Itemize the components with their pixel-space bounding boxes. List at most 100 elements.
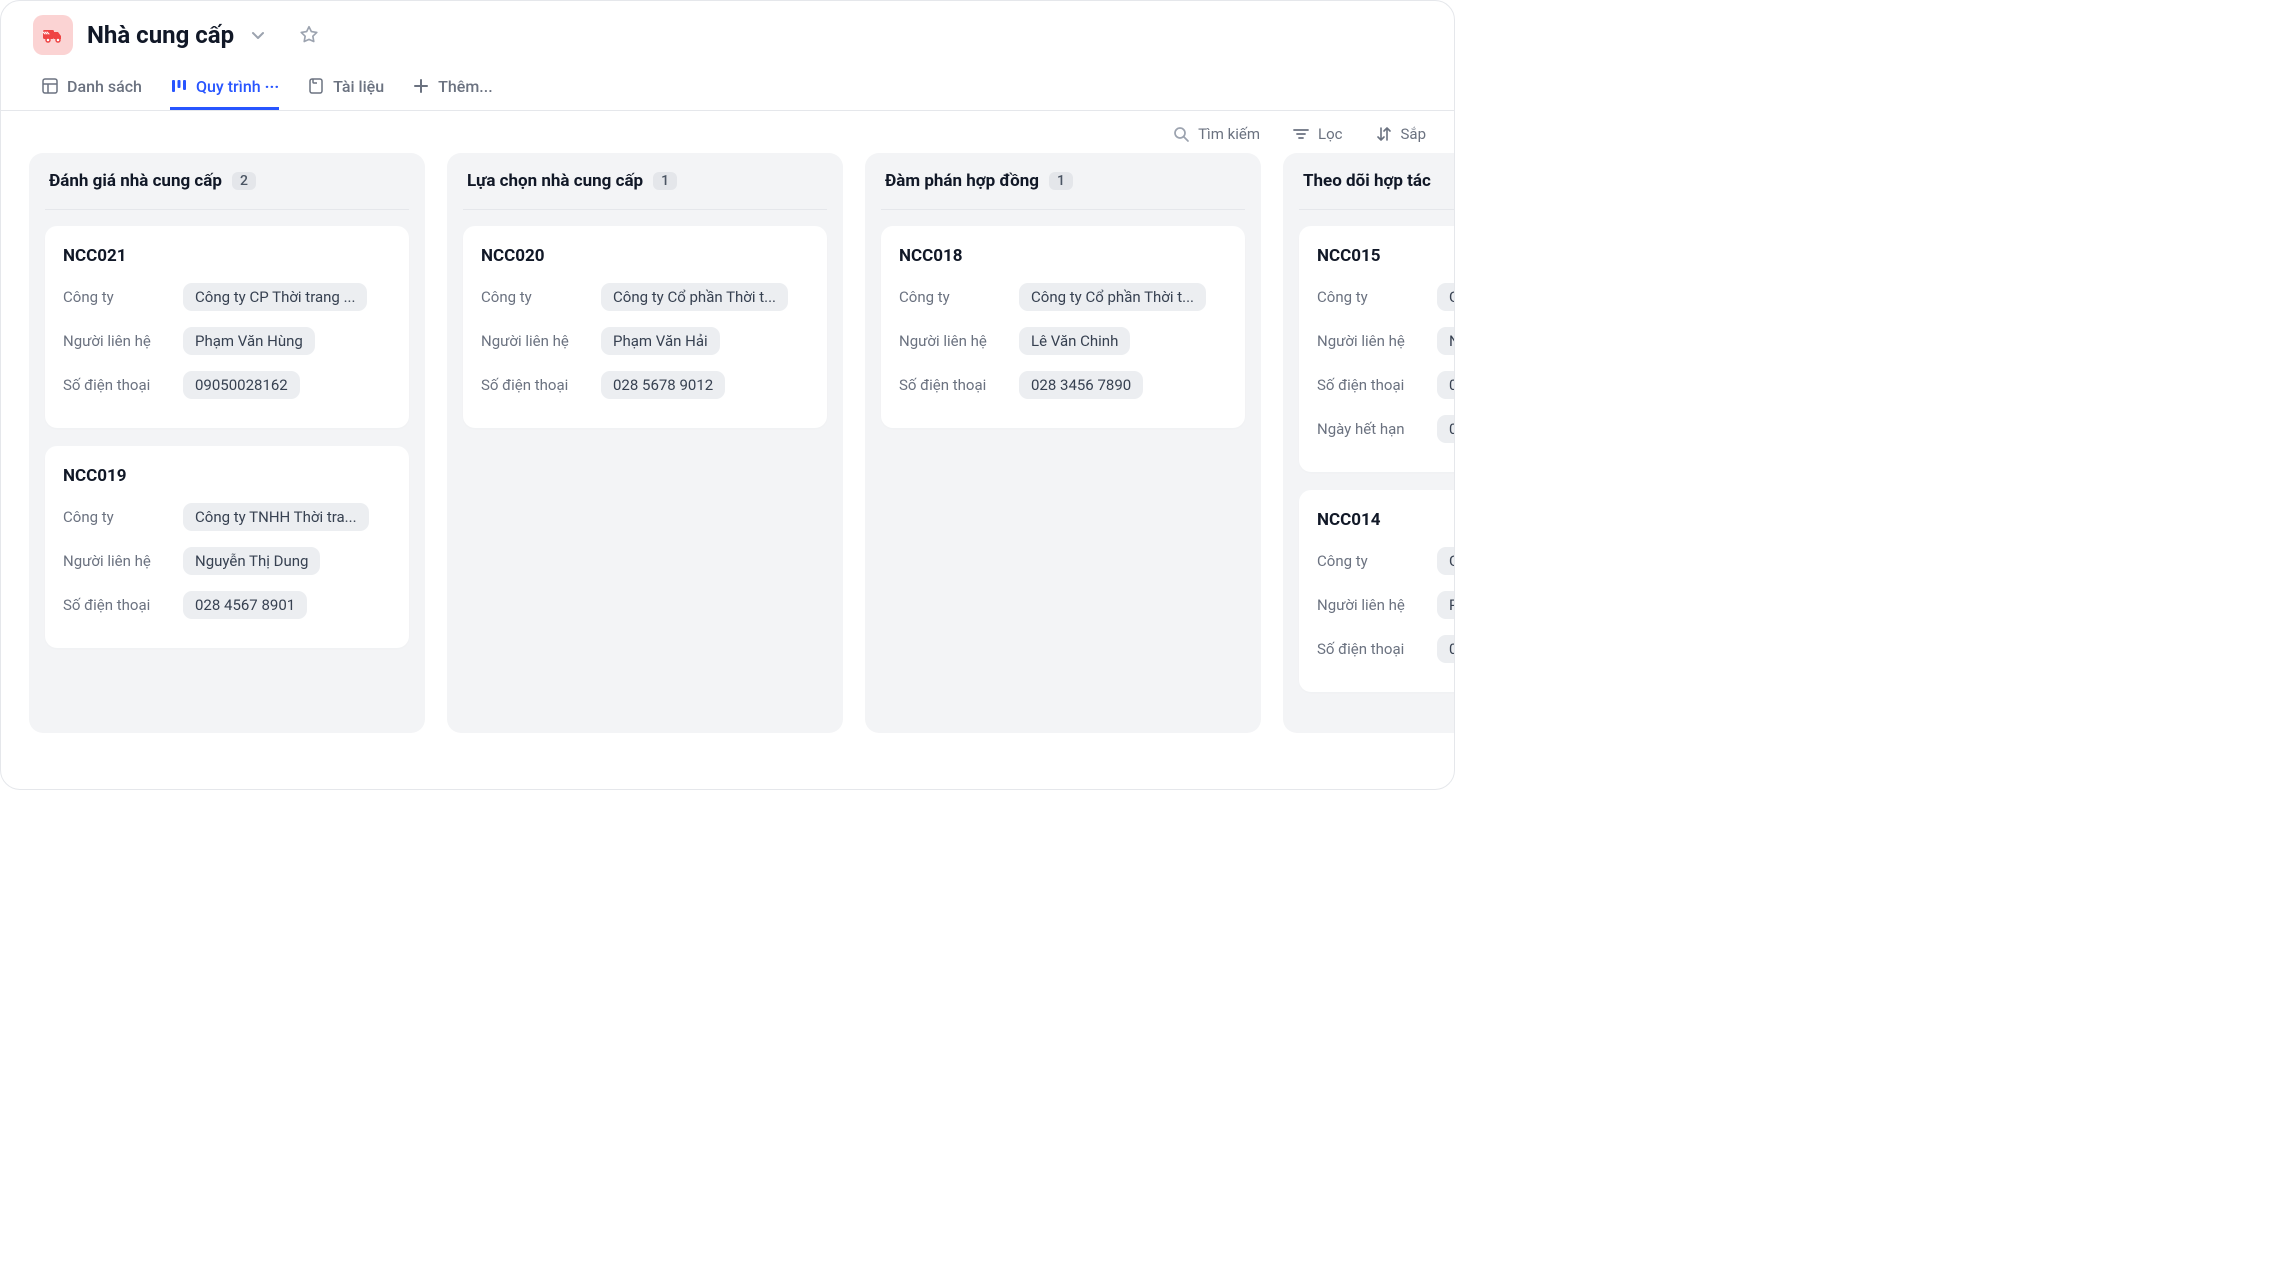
- field-label-contact: Người liên hệ: [1317, 332, 1437, 350]
- search-button[interactable]: Tìm kiếm: [1172, 125, 1260, 143]
- field-label-phone: Số điện thoại: [63, 596, 183, 614]
- card-id: NCC015: [1317, 246, 1454, 266]
- field-value-phone: 09: [1437, 371, 1454, 399]
- field-label-phone: Số điện thoại: [1317, 640, 1437, 658]
- field-label-company: Công ty: [1317, 288, 1437, 306]
- kanban-board: Đánh giá nhà cung cấp 2 NCC021 Công ty C…: [1, 153, 1454, 761]
- card-id: NCC021: [63, 246, 391, 266]
- card[interactable]: NCC015 Công ty Cô Người liên hệ Ng Số đi…: [1299, 226, 1454, 472]
- field-value-contact: Phạm Văn Hùng: [183, 327, 315, 355]
- field-value-company: Công ty TNHH Thời tra...: [183, 503, 369, 531]
- sort-button[interactable]: Sắp: [1375, 125, 1427, 143]
- field-row: Người liên hệ Ph: [1317, 588, 1454, 622]
- tab-process-label: Quy trình: [196, 77, 261, 96]
- field-label-company: Công ty: [1317, 552, 1437, 570]
- title-dropdown[interactable]: [248, 25, 268, 45]
- board-toolbar: Tìm kiếm Lọc Sắp: [1, 111, 1454, 153]
- field-label-phone: Số điện thoại: [899, 376, 1019, 394]
- field-label-contact: Người liên hệ: [63, 332, 183, 350]
- card-id: NCC019: [63, 466, 391, 486]
- field-value-phone: 028 4567 8901: [183, 591, 307, 619]
- card[interactable]: NCC018 Công ty Công ty Cổ phần Thời t...…: [881, 226, 1245, 428]
- column-title: Theo dõi hợp tác: [1303, 171, 1431, 191]
- field-value-contact: Lê Văn Chinh: [1019, 327, 1130, 355]
- tab-docs[interactable]: Tài liệu: [307, 65, 384, 110]
- tab-add-view[interactable]: Thêm...: [412, 65, 492, 110]
- field-value-phone: 09: [1437, 635, 1454, 663]
- field-row: Công ty Cô: [1317, 280, 1454, 314]
- tab-list[interactable]: Danh sách: [41, 65, 142, 110]
- card-id: NCC018: [899, 246, 1227, 266]
- field-row: Số điện thoại 028 4567 8901: [63, 588, 391, 622]
- card[interactable]: NCC020 Công ty Công ty Cổ phần Thời t...…: [463, 226, 827, 428]
- column-header: Đánh giá nhà cung cấp 2: [45, 171, 409, 210]
- field-value-contact: Ng: [1437, 327, 1454, 355]
- field-label-phone: Số điện thoại: [481, 376, 601, 394]
- page-title: Nhà cung cấp: [87, 21, 234, 49]
- field-label-contact: Người liên hệ: [1317, 596, 1437, 614]
- favorite-star-icon[interactable]: [298, 24, 320, 46]
- view-tabs: Danh sách Quy trình ··· Tài liệu Thêm...: [1, 65, 1454, 111]
- field-value-company: Công ty Cổ phần Thời t...: [601, 283, 788, 311]
- field-row: Người liên hệ Ng: [1317, 324, 1454, 358]
- field-row: Số điện thoại 028 3456 7890: [899, 368, 1227, 402]
- field-row: Công ty Cô: [1317, 544, 1454, 578]
- field-label-phone: Số điện thoại: [1317, 376, 1437, 394]
- field-row: Số điện thoại 09: [1317, 368, 1454, 402]
- column-title: Đánh giá nhà cung cấp: [49, 171, 222, 191]
- column-evaluate: Đánh giá nhà cung cấp 2 NCC021 Công ty C…: [29, 153, 425, 733]
- field-value-company: Cô: [1437, 547, 1454, 575]
- tab-process[interactable]: Quy trình ···: [170, 65, 279, 110]
- field-value-phone: 028 5678 9012: [601, 371, 725, 399]
- card-id: NCC014: [1317, 510, 1454, 530]
- field-value-contact: Nguyễn Thị Dung: [183, 547, 320, 575]
- card[interactable]: NCC019 Công ty Công ty TNHH Thời tra... …: [45, 446, 409, 648]
- field-value-phone: 09050028162: [183, 371, 300, 399]
- field-label-contact: Người liên hệ: [63, 552, 183, 570]
- app-icon: [33, 15, 73, 55]
- field-value-contact: Ph: [1437, 591, 1454, 619]
- column-title: Lựa chọn nhà cung cấp: [467, 171, 643, 191]
- column-count: 1: [653, 172, 677, 190]
- field-row: Số điện thoại 09: [1317, 632, 1454, 666]
- field-value-company: Công ty Cổ phần Thời t...: [1019, 283, 1206, 311]
- tab-docs-label: Tài liệu: [333, 77, 384, 96]
- field-row: Công ty Công ty Cổ phần Thời t...: [899, 280, 1227, 314]
- column-follow: Theo dõi hợp tác NCC015 Công ty Cô Người…: [1283, 153, 1454, 733]
- field-label-company: Công ty: [481, 288, 601, 306]
- field-value-phone: 028 3456 7890: [1019, 371, 1143, 399]
- tab-list-label: Danh sách: [67, 77, 142, 96]
- field-row: Công ty Công ty Cổ phần Thời t...: [481, 280, 809, 314]
- field-row: Người liên hệ Lê Văn Chinh: [899, 324, 1227, 358]
- tab-process-menu-icon[interactable]: ···: [265, 77, 279, 96]
- column-select: Lựa chọn nhà cung cấp 1 NCC020 Công ty C…: [447, 153, 843, 733]
- column-header: Lựa chọn nhà cung cấp 1: [463, 171, 827, 210]
- page-header: Nhà cung cấp: [1, 1, 1454, 65]
- field-value-expiry: 05: [1437, 415, 1454, 443]
- column-count: 1: [1049, 172, 1073, 190]
- card-id: NCC020: [481, 246, 809, 266]
- tab-add-label: Thêm...: [438, 77, 492, 96]
- column-title: Đàm phán hợp đồng: [885, 171, 1039, 191]
- field-label-expiry: Ngày hết hạn: [1317, 420, 1437, 438]
- filter-label: Lọc: [1318, 125, 1343, 143]
- filter-button[interactable]: Lọc: [1292, 125, 1343, 143]
- field-label-phone: Số điện thoại: [63, 376, 183, 394]
- field-row: Người liên hệ Nguyễn Thị Dung: [63, 544, 391, 578]
- card[interactable]: NCC014 Công ty Cô Người liên hệ Ph Số đi…: [1299, 490, 1454, 692]
- column-count: 2: [232, 172, 256, 190]
- app-frame: Nhà cung cấp Danh sách Quy trình ··· Tài…: [0, 0, 1455, 790]
- field-value-contact: Phạm Văn Hải: [601, 327, 720, 355]
- field-value-company: Công ty CP Thời trang ...: [183, 283, 367, 311]
- field-value-company: Cô: [1437, 283, 1454, 311]
- field-label-contact: Người liên hệ: [481, 332, 601, 350]
- card[interactable]: NCC021 Công ty Công ty CP Thời trang ...…: [45, 226, 409, 428]
- search-label: Tìm kiếm: [1198, 125, 1260, 143]
- field-row: Công ty Công ty CP Thời trang ...: [63, 280, 391, 314]
- field-row: Người liên hệ Phạm Văn Hùng: [63, 324, 391, 358]
- field-row: Số điện thoại 09050028162: [63, 368, 391, 402]
- column-header: Theo dõi hợp tác: [1299, 171, 1454, 210]
- column-header: Đàm phán hợp đồng 1: [881, 171, 1245, 210]
- field-row: Số điện thoại 028 5678 9012: [481, 368, 809, 402]
- column-negotiate: Đàm phán hợp đồng 1 NCC018 Công ty Công …: [865, 153, 1261, 733]
